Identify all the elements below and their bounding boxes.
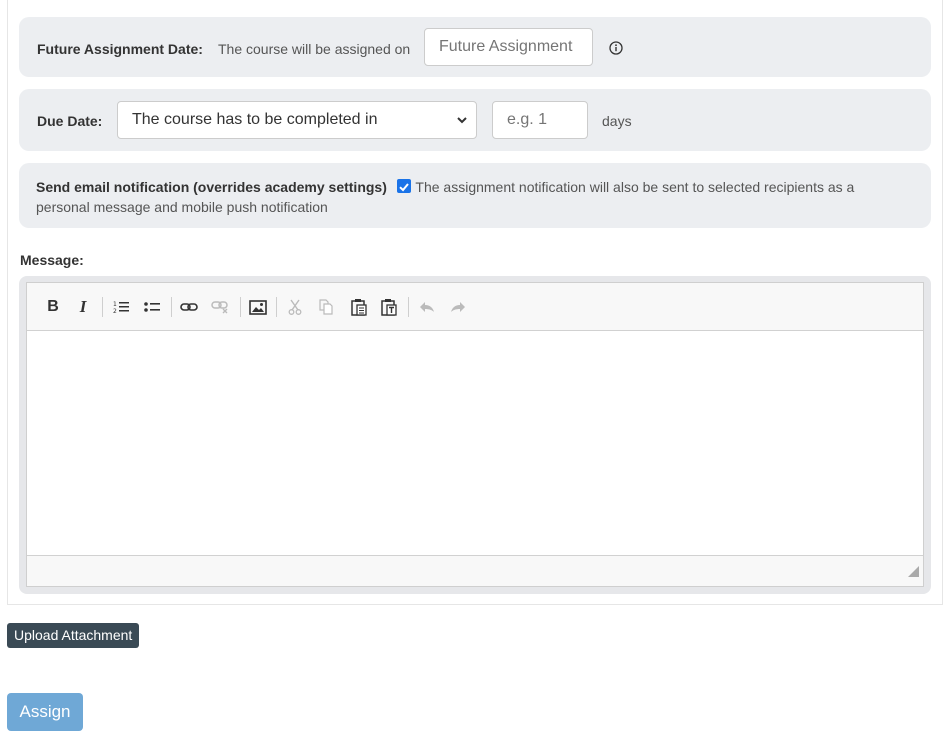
future-assignment-label: Future Assignment Date: xyxy=(37,41,203,57)
toolbar-separator xyxy=(240,297,241,317)
due-date-row: Due Date: The course has to be completed… xyxy=(19,89,931,151)
paste-text-icon[interactable] xyxy=(378,296,400,318)
upload-attachment-button[interactable]: Upload Attachment xyxy=(7,623,140,648)
svg-text:1: 1 xyxy=(113,301,117,308)
email-notification-content: Send email notification (overrides acade… xyxy=(36,177,896,217)
days-unit-label: days xyxy=(602,113,632,129)
due-date-select[interactable]: The course has to be completed in xyxy=(117,101,477,139)
due-days-input[interactable] xyxy=(492,101,588,139)
future-assignment-row: Future Assignment Date: The course will … xyxy=(19,17,931,77)
due-date-label: Due Date: xyxy=(37,113,103,129)
editor-toolbar: B I 12 xyxy=(27,283,923,331)
toolbar-separator xyxy=(102,297,103,317)
svg-text:2: 2 xyxy=(113,308,117,314)
future-assignment-description: The course will be assigned on xyxy=(218,41,411,57)
numbered-list-icon[interactable]: 12 xyxy=(110,296,132,318)
toolbar-separator xyxy=(171,297,172,317)
message-editor: B I 12 xyxy=(26,282,924,587)
bulleted-list-icon[interactable] xyxy=(141,296,163,318)
cut-icon[interactable] xyxy=(284,296,306,318)
image-icon[interactable] xyxy=(247,296,269,318)
editor-statusbar xyxy=(27,555,923,586)
unlink-icon[interactable] xyxy=(209,296,231,318)
italic-icon[interactable]: I xyxy=(72,296,94,318)
chevron-down-icon xyxy=(456,102,468,152)
undo-icon[interactable] xyxy=(416,296,438,318)
toolbar-separator xyxy=(408,297,409,317)
email-notification-checkbox[interactable] xyxy=(396,179,411,193)
toolbar-separator xyxy=(276,297,277,317)
info-icon[interactable] xyxy=(609,41,623,55)
assign-button[interactable]: Assign xyxy=(7,693,83,731)
link-icon[interactable] xyxy=(178,296,200,318)
copy-icon[interactable] xyxy=(315,296,337,318)
redo-icon[interactable] xyxy=(447,296,469,318)
paste-icon[interactable] xyxy=(348,296,370,318)
future-assignment-input[interactable] xyxy=(424,28,593,66)
email-notification-row: Send email notification (overrides acade… xyxy=(19,163,931,228)
message-textarea[interactable] xyxy=(27,331,923,555)
bold-icon[interactable]: B xyxy=(42,296,64,318)
email-notification-label: Send email notification (overrides acade… xyxy=(36,179,387,195)
due-date-select-value: The course has to be completed in xyxy=(132,111,378,128)
resize-handle-icon[interactable] xyxy=(908,564,919,582)
message-label: Message: xyxy=(20,252,84,268)
